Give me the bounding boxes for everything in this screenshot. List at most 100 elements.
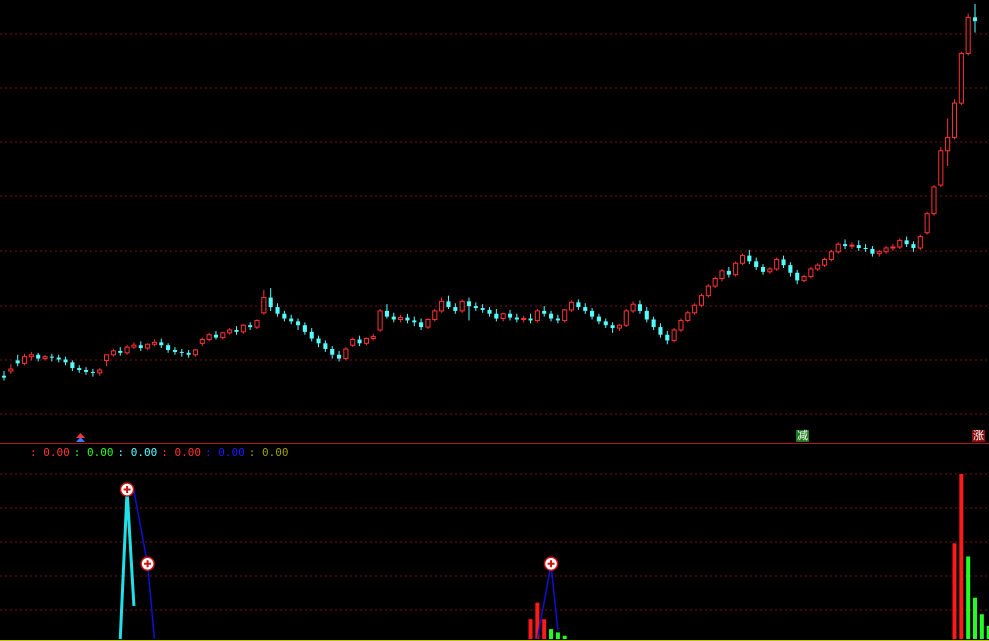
candle-body <box>808 268 814 278</box>
candle <box>179 349 184 357</box>
candle <box>542 306 547 317</box>
candle <box>521 315 527 323</box>
candle-body <box>151 341 157 345</box>
legend-value-3: : 0.00 <box>161 446 201 459</box>
candle <box>289 314 294 325</box>
candle-body <box>206 334 212 340</box>
candle <box>28 351 34 361</box>
candle-body <box>480 308 485 310</box>
candle <box>234 326 239 335</box>
candle <box>412 316 417 327</box>
candle <box>705 284 711 298</box>
candle-body <box>685 312 691 321</box>
candle <box>377 308 383 332</box>
candle <box>945 118 951 167</box>
candle <box>569 300 575 312</box>
candle-body <box>439 300 445 312</box>
candle-body <box>637 304 642 311</box>
candle-body <box>145 343 151 349</box>
candle <box>931 185 937 216</box>
candle <box>77 365 82 373</box>
candle-body <box>843 244 848 247</box>
candle-body <box>705 285 711 297</box>
rise-badge[interactable]: 涨 <box>972 430 985 442</box>
candle <box>15 354 20 367</box>
plus-circle-icon <box>140 556 155 571</box>
candle-body <box>261 297 267 314</box>
candle <box>282 310 287 322</box>
candlestick-plot[interactable] <box>0 0 989 444</box>
reduce-badge[interactable]: 减 <box>796 430 809 442</box>
candle-body <box>179 351 184 353</box>
candle <box>248 322 253 330</box>
candle <box>446 295 451 309</box>
candle-body <box>350 338 356 346</box>
candle <box>70 360 75 371</box>
candle <box>323 340 328 352</box>
candle <box>330 346 335 359</box>
candle <box>788 262 793 277</box>
candle-body <box>726 270 731 275</box>
candle-body <box>227 329 233 334</box>
candle-body <box>951 102 958 138</box>
candle-body <box>363 338 369 344</box>
candle-body <box>760 267 766 272</box>
candle-body <box>870 248 875 254</box>
candle-body <box>459 300 465 312</box>
candle <box>849 242 855 249</box>
candle <box>856 240 861 251</box>
candle <box>863 244 868 252</box>
candle <box>432 308 438 322</box>
indicator-subchart[interactable] <box>0 444 989 641</box>
candle-body <box>240 324 246 333</box>
candle <box>938 146 944 187</box>
candle-body <box>945 136 951 152</box>
candle <box>870 246 875 257</box>
legend-value-0: : 0.00 <box>30 446 70 459</box>
candle <box>466 297 472 321</box>
candle-body <box>97 369 103 374</box>
candle-body <box>514 317 519 320</box>
candle-body <box>890 246 896 249</box>
candle <box>528 313 533 324</box>
candle-body <box>767 268 773 273</box>
candle-body <box>49 356 54 358</box>
candle <box>951 99 958 140</box>
candle-body <box>542 310 547 314</box>
candle-body <box>398 317 404 320</box>
candle <box>644 307 649 323</box>
main-candlestick-chart[interactable] <box>0 0 989 444</box>
candle-body <box>8 368 14 372</box>
candle-body <box>788 265 793 273</box>
candle-body <box>377 310 383 331</box>
plus-circle-icon <box>119 482 135 497</box>
candle <box>924 211 930 235</box>
candle <box>316 335 321 348</box>
candle-body <box>739 255 746 264</box>
candle <box>118 347 123 356</box>
candle-body <box>904 240 909 245</box>
red-histogram-bar <box>528 619 533 639</box>
candle-body <box>590 310 595 317</box>
candle-body <box>781 259 786 266</box>
candle-body <box>90 371 95 373</box>
candle-body <box>330 349 335 355</box>
indicator-plot[interactable] <box>0 444 989 641</box>
candle <box>904 236 909 248</box>
candle-body <box>391 316 396 320</box>
candle-body <box>405 317 410 321</box>
candle-body <box>883 247 889 253</box>
candle <box>754 257 759 270</box>
candle-body <box>220 332 226 339</box>
candle <box>124 345 130 355</box>
candle <box>363 337 369 346</box>
candle <box>405 313 410 324</box>
candle <box>781 255 786 269</box>
candle <box>637 300 642 314</box>
candle-body <box>719 270 725 279</box>
candle <box>890 244 896 251</box>
candle-body <box>692 304 698 314</box>
cyan-signal-line <box>118 490 136 640</box>
candle <box>302 322 307 335</box>
candle-body <box>110 350 116 356</box>
